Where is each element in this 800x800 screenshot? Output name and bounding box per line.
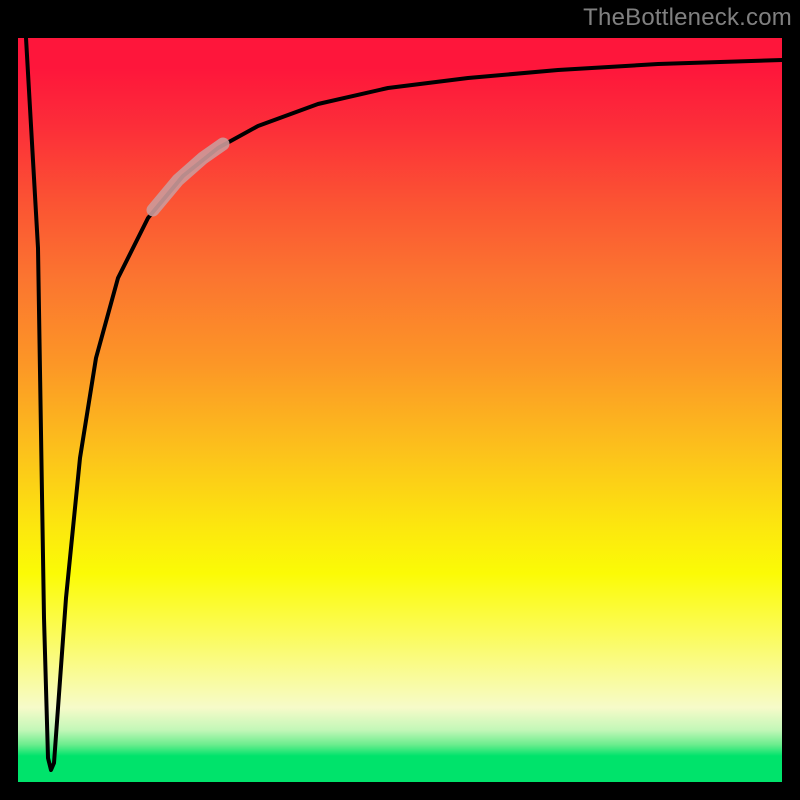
plot-area: [18, 38, 782, 782]
chart-frame: TheBottleneck.com: [0, 0, 800, 800]
bottleneck-curve: [26, 38, 782, 770]
curve-highlight: [153, 144, 223, 210]
curve-layer: [18, 38, 782, 782]
watermark-text: TheBottleneck.com: [583, 4, 792, 32]
